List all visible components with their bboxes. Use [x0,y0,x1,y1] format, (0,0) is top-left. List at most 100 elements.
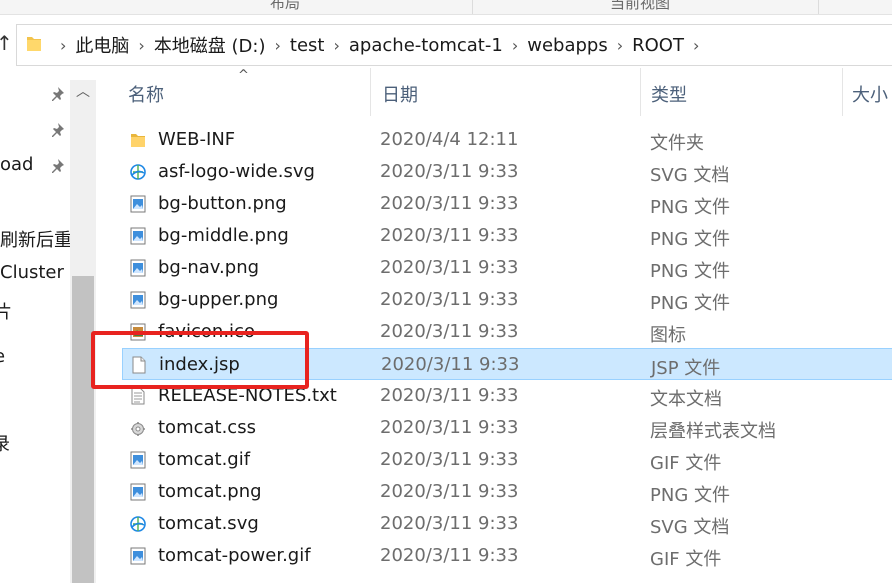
chevron-right-icon[interactable]: › [60,36,66,55]
file-type: PNG 文件 [650,261,730,282]
file-date: 2020/3/11 9:33 [380,289,519,310]
file-name: tomcat.svg [158,513,259,534]
nav-item[interactable]: oad [0,154,33,175]
file-name: asf-logo-wide.svg [158,161,315,182]
chevron-right-icon[interactable]: › [693,36,699,55]
file-row[interactable]: tomcat.svg 2020/3/11 9:33 SVG 文档 [122,508,892,540]
file-name: WEB-INF [158,129,236,150]
image-file-icon [130,483,146,501]
file-date: 2020/3/11 9:33 [380,225,519,246]
file-type: PNG 文件 [650,197,730,218]
file-date: 2020/4/4 12:11 [380,129,519,150]
file-date: 2020/3/11 9:33 [380,193,519,214]
file-row[interactable]: tomcat.css 2020/3/11 9:33 层叠样式表文档 [122,412,892,444]
file-name: bg-upper.png [158,289,279,310]
sort-ascending-icon: ^ [238,68,249,83]
ribbon-layout-label[interactable]: 布局 [270,0,300,13]
file-type: 文本文档 [650,389,722,410]
file-type: PNG 文件 [650,485,730,506]
column-size-header[interactable]: 大小 [852,81,888,107]
image-file-icon [130,451,146,469]
breadcrumb-test[interactable]: test [290,35,325,56]
breadcrumb-this-pc[interactable]: 此电脑 [75,32,129,58]
file-row[interactable]: tomcat.gif 2020/3/11 9:33 GIF 文件 [122,444,892,476]
breadcrumb-local-disk[interactable]: 本地磁盘 (D:) [154,32,266,58]
svg-document-icon [130,164,146,180]
text-file-icon [131,387,145,405]
chevron-right-icon[interactable]: › [617,36,623,55]
ribbon-current-view-label[interactable]: 当前视图 [610,0,670,13]
navigation-pane: oad 刷新后重 Cluster 片 e 录 ︿ [0,66,96,583]
file-date: 2020/3/11 9:33 [380,385,519,406]
file-type: 图标 [650,325,686,346]
file-type: 文件夹 [650,133,704,154]
column-header: ^ 名称 日期 类型 大小 [96,66,892,126]
file-row[interactable]: WEB-INF 2020/4/4 12:11 文件夹 [122,124,892,156]
nav-item[interactable]: e [0,346,5,367]
file-name: bg-button.png [158,193,287,214]
file-date: 2020/3/11 9:33 [380,321,519,342]
file-type: SVG 文档 [650,517,730,538]
file-row[interactable]: tomcat.png 2020/3/11 9:33 PNG 文件 [122,476,892,508]
nav-item[interactable]: 片 [0,298,12,324]
file-type: SVG 文档 [650,165,730,186]
file-date: 2020/3/11 9:33 [380,545,519,566]
file-row[interactable]: bg-nav.png 2020/3/11 9:33 PNG 文件 [122,252,892,284]
scroll-up-arrow-icon[interactable]: ︿ [70,80,96,104]
nav-item[interactable]: 刷新后重 [0,226,72,252]
file-type: GIF 文件 [650,453,722,474]
annotation-highlight-box [91,331,309,389]
file-date: 2020/3/11 9:33 [381,354,520,375]
file-date: 2020/3/11 9:33 [380,481,519,502]
chevron-right-icon[interactable]: › [275,36,281,55]
breadcrumb-apache-tomcat[interactable]: apache-tomcat-1 [349,35,503,56]
css-file-icon [131,422,145,436]
breadcrumb-webapps[interactable]: webapps [527,35,607,56]
image-file-icon [130,227,146,245]
pin-icon[interactable] [49,86,65,102]
breadcrumb-root[interactable]: ROOT [632,35,684,56]
address-bar[interactable]: › 此电脑 › 本地磁盘 (D:) › test › apache-tomcat… [16,24,892,66]
image-file-icon [130,547,146,565]
column-type-header[interactable]: 类型 [651,81,687,107]
file-date: 2020/3/11 9:33 [380,257,519,278]
file-row[interactable]: bg-button.png 2020/3/11 9:33 PNG 文件 [122,188,892,220]
chevron-right-icon[interactable]: › [334,36,340,55]
file-date: 2020/3/11 9:33 [380,513,519,534]
file-date: 2020/3/11 9:33 [380,417,519,438]
image-file-icon [130,291,146,309]
up-arrow-icon[interactable]: ↑ [0,28,13,58]
nav-item[interactable]: 录 [0,430,10,456]
file-name: tomcat-power.gif [158,545,311,566]
file-name: tomcat.gif [158,449,251,470]
ribbon-strip: 布局 当前视图 [0,0,892,15]
file-row[interactable]: bg-upper.png 2020/3/11 9:33 PNG 文件 [122,284,892,316]
pin-icon[interactable] [49,158,65,174]
file-type: PNG 文件 [650,229,730,250]
file-date: 2020/3/11 9:33 [380,161,519,182]
file-name: bg-nav.png [158,257,260,278]
file-row[interactable]: bg-middle.png 2020/3/11 9:33 PNG 文件 [122,220,892,252]
file-name: tomcat.css [158,417,256,438]
pin-icon[interactable] [49,122,65,138]
folder-icon [131,134,145,147]
chevron-right-icon[interactable]: › [512,36,518,55]
nav-scrollbar-thumb[interactable] [72,276,94,583]
nav-item[interactable]: Cluster [0,262,64,283]
file-type: PNG 文件 [650,293,730,314]
file-type: GIF 文件 [650,549,722,570]
address-row: ↑ › 此电脑 › 本地磁盘 (D:) › test › apache-tomc… [0,22,892,66]
column-date-header[interactable]: 日期 [382,81,418,107]
file-name: bg-middle.png [158,225,289,246]
file-row[interactable]: tomcat-power.gif 2020/3/11 9:33 GIF 文件 [122,540,892,572]
file-date: 2020/3/11 9:33 [380,449,519,470]
breadcrumb: › 此电脑 › 本地磁盘 (D:) › test › apache-tomcat… [51,25,708,65]
file-type: 层叠样式表文档 [650,421,776,442]
file-row[interactable]: asf-logo-wide.svg 2020/3/11 9:33 SVG 文档 [122,156,892,188]
column-name-header[interactable]: 名称 [128,81,164,107]
file-type: JSP 文件 [651,358,721,379]
file-name: tomcat.png [158,481,262,502]
chevron-right-icon[interactable]: › [138,36,144,55]
image-file-icon [130,195,146,213]
folder-icon [27,37,41,51]
